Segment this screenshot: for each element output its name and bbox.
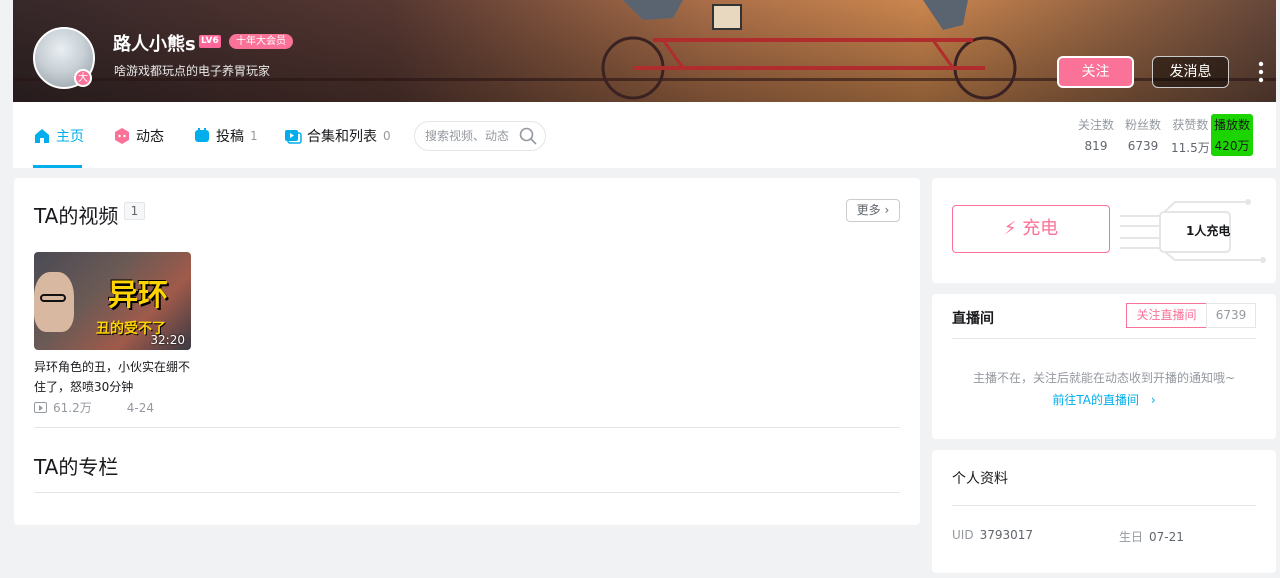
charge-count: 1人充电	[1186, 224, 1231, 238]
tab-home-label: 主页	[56, 129, 84, 145]
video-title[interactable]: 异环角色的丑，小伙实在绷不住了，怒喷30分钟	[34, 357, 199, 397]
stat-likes-value: 11.5万	[1171, 141, 1210, 155]
play-count-icon	[34, 402, 47, 413]
go-to-live-room-label: 前往TA的直播间	[1052, 393, 1139, 407]
follow-button[interactable]: 关注	[1057, 56, 1134, 88]
video-play-count: 61.2万	[53, 401, 92, 415]
column-section-title[interactable]: TA的专栏	[34, 451, 118, 480]
tab-home[interactable]: 主页	[33, 126, 84, 146]
more-menu-icon[interactable]	[1256, 60, 1266, 84]
tab-upload-label: 投稿	[216, 129, 244, 145]
stat-following-value: 819	[1084, 139, 1108, 153]
charge-button-label: 充电	[1022, 218, 1059, 239]
profile-nav-bar: 主页 动态 投稿 1 合集和列表 0 搜索视频、动态 关注数 819 粉丝数 6…	[13, 102, 1276, 168]
birthday-value: 07-21	[1149, 530, 1184, 544]
uid-label: UID	[952, 528, 974, 542]
vip-badge[interactable]: 十年大会员	[229, 34, 293, 49]
search-icon[interactable]	[518, 126, 538, 146]
chevron-right-icon: ›	[1150, 393, 1156, 407]
profile-info-card: 个人资料 UID 3793017 生日 07-21	[932, 450, 1276, 573]
tab-collection-count: 0	[383, 129, 391, 143]
stat-fans-value: 6739	[1127, 139, 1159, 153]
tab-dynamic[interactable]: 动态	[113, 126, 164, 146]
section-divider	[34, 492, 900, 493]
birthday-label: 生日	[1119, 530, 1144, 544]
video-date: 4-24	[126, 400, 154, 415]
charge-card: ⚡ 充电 1人充电	[932, 178, 1276, 283]
live-divider	[952, 338, 1256, 339]
stat-fans[interactable]: 粉丝数 6739	[1125, 116, 1161, 153]
live-follow-count: 6739	[1206, 303, 1256, 328]
videos-more-button[interactable]: 更多 ›	[846, 199, 900, 222]
go-to-live-room-link[interactable]: 前往TA的直播间 ›	[932, 391, 1276, 408]
profile-info-title: 个人资料	[952, 471, 1008, 487]
live-room-title: 直播间	[952, 311, 994, 327]
live-room-card: 直播间 关注直播间 6739 主播不在，关注后就能在动态收到开播的通知哦~ 前往…	[932, 294, 1276, 439]
tab-upload-count: 1	[250, 129, 258, 143]
videos-count-badge: 1	[124, 202, 145, 220]
profile-uid: UID 3793017	[952, 528, 1033, 542]
vip-avatar-badge: 大	[74, 69, 92, 87]
upload-icon	[195, 128, 209, 142]
dynamic-icon	[115, 128, 129, 144]
video-duration: 32:20	[150, 333, 185, 347]
uid-value: 3793017	[979, 528, 1034, 542]
live-offline-message: 主播不在，关注后就能在动态收到开播的通知哦~	[972, 371, 1236, 385]
banner-bicycle-illustration	[601, 0, 1017, 100]
video-meta: 61.2万 4-24	[34, 399, 154, 416]
stat-likes-label: 获赞数	[1172, 118, 1209, 132]
main-content-card: TA的视频 1 更多 › 异环 丑的受不了 32:20 异环角色的丑，小伙实在绷…	[14, 178, 920, 525]
active-tab-indicator	[33, 165, 82, 168]
tab-collection[interactable]: 合集和列表 0	[284, 126, 391, 146]
message-button[interactable]: 发消息	[1152, 56, 1229, 88]
section-divider	[34, 427, 900, 428]
stat-following[interactable]: 关注数 819	[1078, 116, 1114, 153]
level-badge: LV6	[199, 35, 221, 48]
thumbnail-glasses	[40, 294, 66, 302]
stat-plays-label: 播放数	[1214, 118, 1251, 132]
tab-dynamic-label: 动态	[136, 129, 164, 145]
user-signature: 啥游戏都玩点的电子养胃玩家	[114, 64, 271, 78]
thumbnail-big-text: 异环	[108, 278, 168, 313]
profile-divider	[952, 505, 1256, 506]
tab-upload[interactable]: 投稿 1	[193, 126, 258, 146]
follow-live-room-button[interactable]: 关注直播间	[1126, 303, 1207, 328]
stat-fans-label: 粉丝数	[1125, 118, 1162, 132]
tab-collection-label: 合集和列表	[307, 129, 377, 145]
username: 路人小熊s	[113, 34, 196, 55]
thumbnail-face	[34, 272, 74, 332]
stat-likes: 获赞数 11.5万	[1171, 116, 1210, 156]
collection-icon	[285, 130, 302, 144]
lightning-icon: ⚡	[1003, 218, 1017, 239]
home-icon	[35, 129, 49, 143]
stat-following-label: 关注数	[1078, 118, 1115, 132]
chevron-right-icon: ›	[884, 203, 890, 217]
video-thumbnail[interactable]: 异环 丑的受不了 32:20	[34, 252, 191, 350]
videos-more-label: 更多	[856, 203, 881, 217]
profile-birthday: 生日 07-21	[1119, 528, 1184, 545]
charge-button[interactable]: ⚡ 充电	[952, 205, 1110, 253]
videos-section-title[interactable]: TA的视频	[34, 200, 118, 229]
stat-plays-value: 420万	[1214, 139, 1250, 153]
stat-plays: 播放数 420万	[1211, 114, 1254, 156]
